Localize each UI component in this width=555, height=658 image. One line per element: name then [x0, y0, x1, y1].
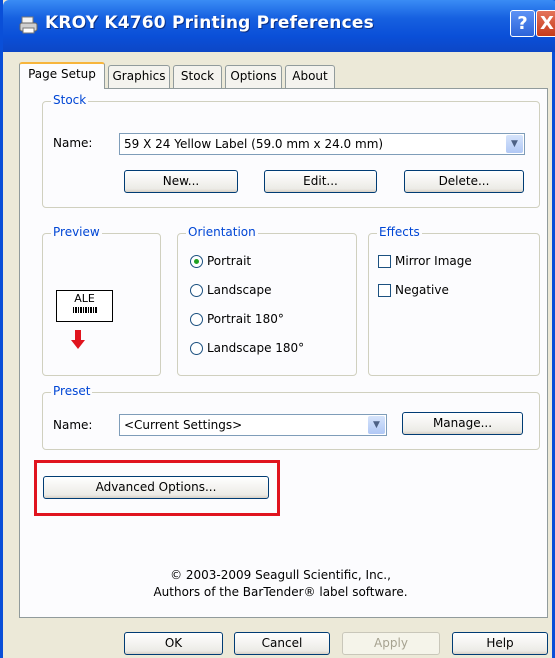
- chevron-down-icon[interactable]: ▼: [506, 135, 523, 153]
- radio-landscape-180-label: Landscape 180°: [207, 341, 305, 355]
- negative-label: Negative: [395, 283, 449, 297]
- manage-preset-button[interactable]: Manage...: [402, 412, 523, 435]
- help-title-button[interactable]: ?: [510, 10, 535, 37]
- checkbox-icon[interactable]: [378, 255, 391, 268]
- tab-stock[interactable]: Stock: [173, 65, 222, 88]
- preset-name-value: <Current Settings>: [124, 418, 243, 432]
- help-button[interactable]: Help: [452, 632, 548, 655]
- radio-portrait[interactable]: Portrait: [190, 254, 251, 268]
- preset-name-dropdown[interactable]: <Current Settings> ▼: [119, 414, 387, 436]
- radio-selected-icon[interactable]: [190, 255, 203, 268]
- negative-checkbox[interactable]: Negative: [378, 283, 449, 297]
- effects-legend: Effects: [377, 225, 422, 239]
- mirror-image-label: Mirror Image: [395, 254, 472, 268]
- printer-app-icon: [19, 16, 38, 34]
- window-title: KROY K4760 Printing Preferences: [45, 13, 374, 33]
- radio-landscape-180[interactable]: Landscape 180°: [190, 341, 304, 355]
- stock-name-label: Name:: [53, 136, 93, 150]
- preview-legend: Preview: [51, 225, 102, 239]
- copyright-line-2: Authors of the BarTender® label software…: [153, 585, 408, 599]
- preset-name-label: Name:: [53, 418, 93, 432]
- radio-landscape[interactable]: Landscape: [190, 283, 271, 297]
- stock-name-dropdown[interactable]: 59 X 24 Yellow Label (59.0 mm x 24.0 mm)…: [119, 133, 525, 155]
- checkbox-icon[interactable]: [378, 284, 391, 297]
- radio-icon[interactable]: [190, 284, 203, 297]
- stock-legend: Stock: [51, 93, 89, 107]
- feed-direction-arrow-icon: [71, 330, 85, 349]
- chevron-down-icon[interactable]: ▼: [368, 416, 385, 434]
- radio-icon[interactable]: [190, 313, 203, 326]
- barcode-icon: [72, 307, 97, 313]
- label-preview: ALE: [56, 290, 113, 322]
- mirror-image-checkbox[interactable]: Mirror Image: [378, 254, 472, 268]
- copyright-line-1: © 2003-2009 Seagull Scientific, Inc.,: [170, 568, 391, 582]
- preview-label-text: ALE: [74, 292, 95, 305]
- tab-about[interactable]: About: [285, 65, 335, 88]
- printing-preferences-dialog: KROY K4760 Printing Preferences ? X Page…: [0, 0, 555, 658]
- radio-portrait-label: Portrait: [207, 254, 252, 268]
- radio-landscape-label: Landscape: [207, 283, 272, 297]
- stock-name-value: 59 X 24 Yellow Label (59.0 mm x 24.0 mm): [124, 137, 384, 151]
- tab-graphics[interactable]: Graphics: [108, 65, 170, 88]
- title-bar[interactable]: KROY K4760 Printing Preferences ? X: [3, 0, 555, 52]
- radio-portrait-180[interactable]: Portrait 180°: [190, 312, 284, 326]
- close-button[interactable]: X: [536, 10, 555, 37]
- preset-legend: Preset: [51, 384, 93, 398]
- apply-button[interactable]: Apply: [342, 632, 440, 655]
- edit-stock-button[interactable]: Edit...: [264, 170, 377, 193]
- cancel-button[interactable]: Cancel: [234, 632, 330, 655]
- new-stock-button[interactable]: New...: [124, 170, 238, 193]
- radio-icon[interactable]: [190, 342, 203, 355]
- orientation-legend: Orientation: [186, 225, 258, 239]
- delete-stock-button[interactable]: Delete...: [404, 170, 524, 193]
- advanced-options-button[interactable]: Advanced Options...: [43, 476, 269, 499]
- ok-button[interactable]: OK: [124, 632, 223, 655]
- tab-page-setup[interactable]: Page Setup: [19, 62, 105, 89]
- radio-portrait-180-label: Portrait 180°: [207, 312, 284, 326]
- tab-options[interactable]: Options: [225, 65, 282, 88]
